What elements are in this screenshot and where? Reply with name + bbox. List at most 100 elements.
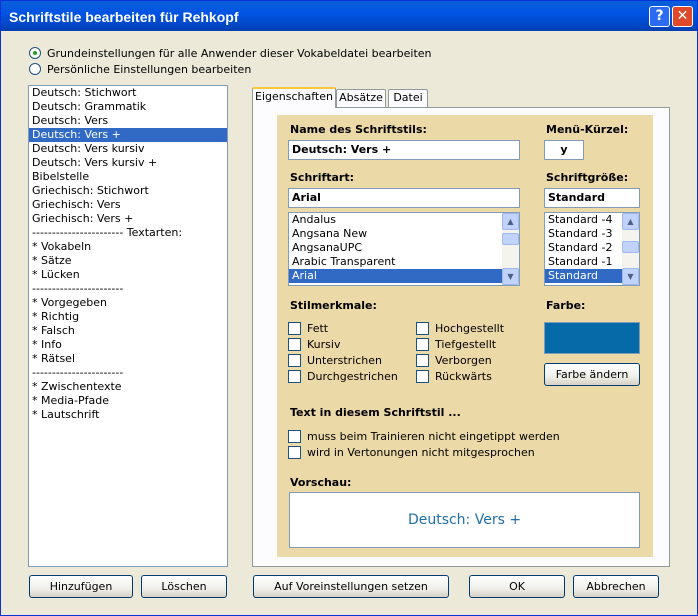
list-item[interactable]: Deutsch: Vers kursiv xyxy=(29,142,227,156)
ok-button[interactable]: OK xyxy=(469,575,565,598)
shortcut-input[interactable]: y xyxy=(544,140,584,160)
list-item[interactable]: Griechisch: Stichwort xyxy=(29,184,227,198)
scroll-thumb[interactable] xyxy=(622,241,639,253)
radio-personal-label: Persönliche Einstellungen bearbeiten xyxy=(47,62,252,76)
color-swatch xyxy=(544,322,640,354)
feature-label: Verborgen xyxy=(435,354,492,367)
scroll-up-arrow-icon[interactable]: ▲ xyxy=(502,213,519,230)
list-item[interactable]: Deutsch: Stichwort xyxy=(29,86,227,100)
list-option[interactable]: Andalus xyxy=(289,213,519,227)
delete-button[interactable]: Löschen xyxy=(141,575,227,598)
feature-option[interactable]: Fett xyxy=(288,322,328,335)
list-item[interactable]: * Falsch xyxy=(29,324,227,338)
radio-button[interactable] xyxy=(29,63,41,75)
list-item[interactable]: Griechisch: Vers xyxy=(29,198,227,212)
size-scrollbar[interactable]: ▲ ▼ xyxy=(622,213,639,285)
list-item[interactable]: * Lücken xyxy=(29,268,227,282)
checkbox[interactable] xyxy=(288,430,301,443)
feature-option[interactable]: Rückwärts xyxy=(416,370,492,383)
feature-label: Durchgestrichen xyxy=(307,370,398,383)
list-item[interactable]: * Zwischentexte xyxy=(29,380,227,394)
checkbox[interactable] xyxy=(416,354,429,367)
list-item[interactable]: * Vokabeln xyxy=(29,240,227,254)
feature-option[interactable]: Durchgestrichen xyxy=(288,370,398,383)
feature-option[interactable]: Kursiv xyxy=(288,338,340,351)
help-button[interactable]: ? xyxy=(649,6,670,27)
cancel-button[interactable]: Abbrechen xyxy=(573,575,659,598)
scroll-up-arrow-icon[interactable]: ▲ xyxy=(622,213,639,230)
list-item[interactable]: * Sätze xyxy=(29,254,227,268)
list-item[interactable]: ----------------------- xyxy=(29,366,227,380)
features-label: Stilmerkmale: xyxy=(290,299,377,312)
reset-defaults-button[interactable]: Auf Voreinstellungen setzen xyxy=(253,575,449,598)
text-in-style-label: Text in diesem Schriftstil ... xyxy=(290,406,461,419)
checkbox[interactable] xyxy=(416,322,429,335)
font-label: Schriftart: xyxy=(290,171,355,184)
feature-label: Rückwärts xyxy=(435,370,492,383)
radio-button-selected[interactable] xyxy=(29,47,41,59)
feature-label: Kursiv xyxy=(307,338,341,351)
list-item[interactable]: Griechisch: Vers + xyxy=(29,212,227,226)
feature-option[interactable]: Hochgestellt xyxy=(416,322,504,335)
checkbox[interactable] xyxy=(416,370,429,383)
list-item[interactable]: * Vorgegeben xyxy=(29,296,227,310)
scroll-down-arrow-icon[interactable]: ▼ xyxy=(502,268,519,285)
checkbox[interactable] xyxy=(416,338,429,351)
style-name-label: Name des Schriftstils: xyxy=(290,123,427,136)
list-option[interactable]: AngsanaUPC xyxy=(289,241,519,255)
list-item[interactable]: * Richtig xyxy=(29,310,227,324)
size-listbox[interactable]: Standard -4 Standard -3 Standard -2 Standar… xyxy=(544,212,640,286)
tab-datei[interactable]: Datei xyxy=(388,89,428,107)
feature-option[interactable]: Verborgen xyxy=(416,354,492,367)
color-label: Farbe: xyxy=(546,299,586,312)
list-item[interactable]: Deutsch: Vers + xyxy=(29,128,227,142)
no-typing-option[interactable]: muss beim Trainieren nicht eingetippt we… xyxy=(288,430,560,443)
checkbox[interactable] xyxy=(288,338,301,351)
radio-personal[interactable]: Persönliche Einstellungen bearbeiten xyxy=(29,61,251,77)
size-label: Schriftgröße: xyxy=(546,171,629,184)
tab-absaetze[interactable]: Absätze xyxy=(336,89,386,107)
list-option[interactable]: Arabic Transparent xyxy=(289,255,519,269)
checkbox[interactable] xyxy=(288,322,301,335)
scroll-down-arrow-icon[interactable]: ▼ xyxy=(622,268,639,285)
feature-option[interactable]: Unterstrichen xyxy=(288,354,382,367)
dialog-window: Schriftstile bearbeiten für Rehkopf ? ✕ … xyxy=(0,0,698,616)
list-option[interactable]: Angsana New xyxy=(289,227,519,241)
feature-option[interactable]: Tiefgestellt xyxy=(416,338,496,351)
font-listbox[interactable]: Andalus Angsana New AngsanaUPC Arabic Trans… xyxy=(288,212,520,286)
feature-label: Unterstrichen xyxy=(307,354,383,367)
feature-label: Hochgestellt xyxy=(435,322,505,335)
list-item[interactable]: Bibelstelle xyxy=(29,170,227,184)
not-spoken-label: wird in Vertonungen nicht mitgesprochen xyxy=(307,446,535,459)
list-item[interactable]: ----------------------- xyxy=(29,282,227,296)
preview-label: Vorschau: xyxy=(290,476,352,489)
list-item[interactable]: Deutsch: Grammatik xyxy=(29,100,227,114)
style-name-input[interactable]: Deutsch: Vers + xyxy=(288,140,520,160)
checkbox[interactable] xyxy=(288,446,301,459)
feature-label: Tiefgestellt xyxy=(435,338,497,351)
tab-eigenschaften[interactable]: Eigenschaften xyxy=(252,87,336,108)
list-option[interactable]: Arial xyxy=(289,269,519,283)
feature-label: Fett xyxy=(307,322,329,335)
not-spoken-option[interactable]: wird in Vertonungen nicht mitgesprochen xyxy=(288,446,535,459)
add-button[interactable]: Hinzufügen xyxy=(29,575,133,598)
list-item[interactable]: * Lautschrift xyxy=(29,408,227,422)
close-button[interactable]: ✕ xyxy=(672,6,693,27)
checkbox[interactable] xyxy=(288,354,301,367)
list-item[interactable]: ----------------------- Textarten: xyxy=(29,226,227,240)
styles-listbox[interactable]: Deutsch: Stichwort Deutsch: Grammatik Deut… xyxy=(28,85,228,567)
checkbox[interactable] xyxy=(288,370,301,383)
list-item[interactable]: Deutsch: Vers xyxy=(29,114,227,128)
scroll-thumb[interactable] xyxy=(502,233,519,245)
change-color-button[interactable]: Farbe ändern xyxy=(544,363,640,386)
list-item[interactable]: * Media-Pfade xyxy=(29,394,227,408)
window-title: Schriftstile bearbeiten für Rehkopf xyxy=(9,9,239,25)
list-item[interactable]: * Info xyxy=(29,338,227,352)
no-typing-label: muss beim Trainieren nicht eingetippt we… xyxy=(307,430,560,443)
list-item[interactable]: Deutsch: Vers kursiv + xyxy=(29,156,227,170)
font-input[interactable]: Arial xyxy=(288,188,520,208)
radio-all-users[interactable]: Grundeinstellungen für alle Anwender die… xyxy=(29,45,432,61)
list-item[interactable]: * Rätsel xyxy=(29,352,227,366)
font-scrollbar[interactable]: ▲ ▼ xyxy=(502,213,519,285)
size-input[interactable]: Standard xyxy=(544,188,640,208)
